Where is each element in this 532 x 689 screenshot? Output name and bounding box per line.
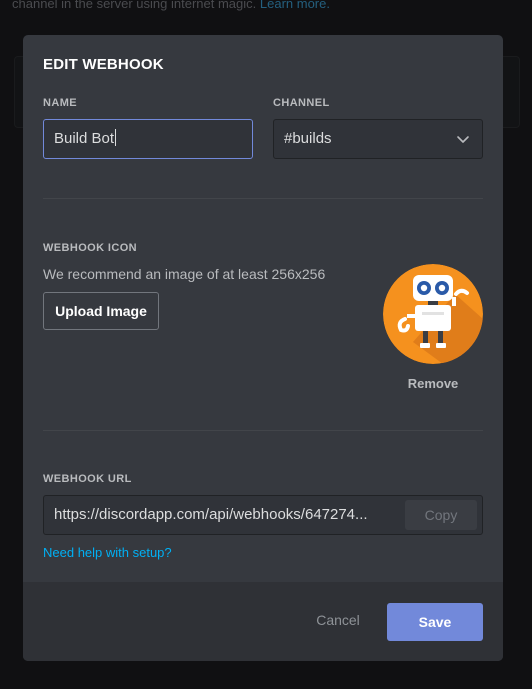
channel-label: CHANNEL [273, 97, 330, 109]
copy-button[interactable]: Copy [405, 500, 477, 530]
name-input[interactable]: Build Bot [43, 119, 253, 159]
background-description: channel in the server using internet mag… [12, 0, 330, 11]
chevron-down-icon [457, 136, 469, 143]
robot-icon [383, 264, 483, 364]
modal-body: EDIT WEBHOOK NAME Build Bot CHANNEL #bui… [23, 35, 503, 582]
webhook-url-field[interactable]: https://discordapp.com/api/webhooks/6472… [43, 495, 483, 535]
setup-help-link[interactable]: Need help with setup? [43, 545, 172, 560]
remove-avatar-button[interactable]: Remove [383, 376, 483, 391]
edit-webhook-modal: EDIT WEBHOOK NAME Build Bot CHANNEL #bui… [23, 35, 503, 661]
webhook-icon-help: We recommend an image of at least 256x25… [43, 266, 326, 282]
name-label: NAME [43, 97, 77, 109]
text-caret [115, 129, 117, 146]
webhook-avatar[interactable] [383, 264, 483, 364]
background-text: channel in the server using internet mag… [12, 0, 257, 11]
background-learn-more-link[interactable]: Learn more. [260, 0, 330, 11]
channel-select[interactable]: #builds [273, 119, 483, 159]
name-input-value: Build Bot [54, 130, 115, 147]
upload-image-button[interactable]: Upload Image [43, 292, 159, 330]
webhook-icon-label: WEBHOOK ICON [43, 242, 138, 254]
cancel-button[interactable]: Cancel [305, 612, 371, 628]
modal-footer: Cancel Save [23, 582, 503, 661]
channel-select-value: #builds [284, 130, 332, 147]
divider [43, 198, 483, 199]
save-button[interactable]: Save [387, 603, 483, 641]
webhook-url-label: WEBHOOK URL [43, 473, 132, 485]
modal-title: EDIT WEBHOOK [43, 56, 164, 73]
webhook-url-value: https://discordapp.com/api/webhooks/6472… [54, 506, 368, 523]
divider [43, 430, 483, 431]
